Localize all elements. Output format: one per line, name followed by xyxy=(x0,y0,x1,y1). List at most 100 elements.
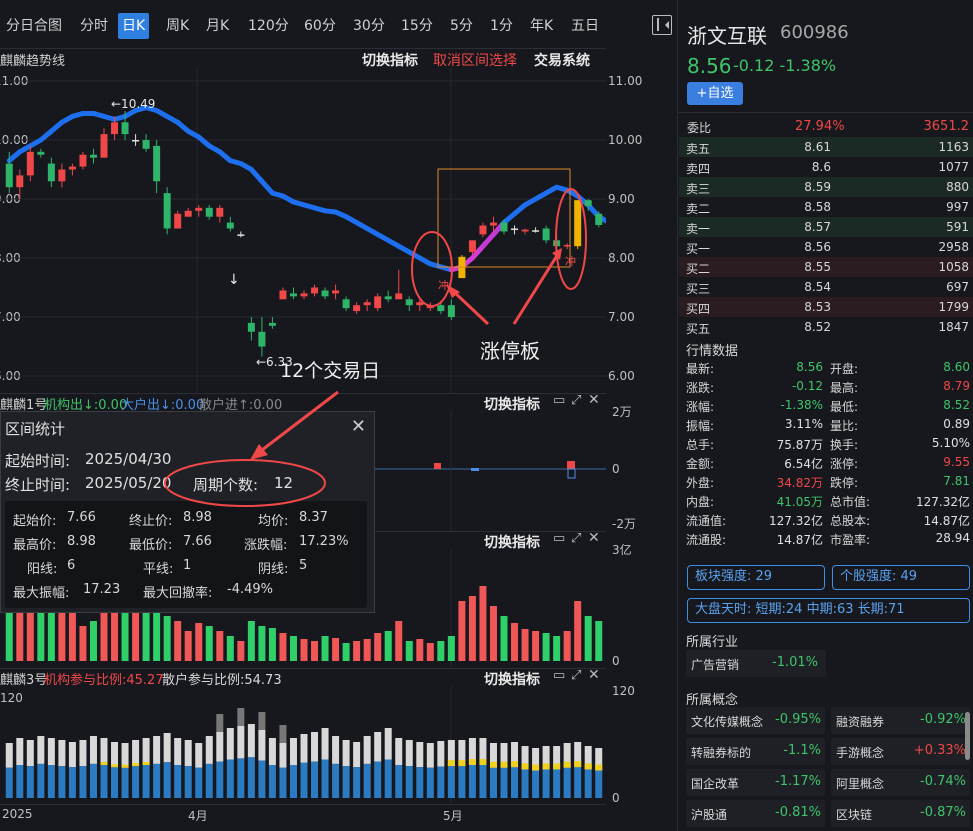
minimize-icon[interactable]: ▭ xyxy=(553,393,565,408)
orderbook-row[interactable]: 卖二 8.58 997 xyxy=(679,197,973,217)
tab-fenshi[interactable]: 分时 xyxy=(76,13,112,39)
close-icon[interactable]: ✕ xyxy=(588,392,600,408)
tab-fiveday[interactable]: 五日 xyxy=(567,13,603,39)
add-watchlist-button[interactable]: +自选 xyxy=(687,82,743,105)
inst-bar xyxy=(58,766,66,798)
stock-strength-box[interactable]: 个股强度: 49 xyxy=(832,565,970,590)
market-timing-box[interactable]: 大盘天时: 短期:24 中期:63 长期:71 xyxy=(687,598,970,623)
candle-body xyxy=(16,175,24,188)
concept-name: 沪股通 xyxy=(691,808,728,822)
stat-label: 平线: xyxy=(143,562,174,577)
candle-body xyxy=(216,207,224,217)
inst-extra-bar xyxy=(142,762,150,765)
arrow-line xyxy=(450,288,490,326)
quote-value: 8.56 xyxy=(796,360,823,374)
orderbook-row[interactable]: 买三 8.54 697 xyxy=(679,277,973,297)
concept-item[interactable]: 手游概念 +0.33% xyxy=(831,738,970,765)
orderbook-row[interactable]: 卖五 8.61 1163 xyxy=(679,137,973,157)
concept-item[interactable]: 转融券标的 -1.1% xyxy=(686,738,825,765)
concept-item[interactable]: 阿里概念 -0.74% xyxy=(831,769,970,796)
inst-extra-bar xyxy=(458,760,466,767)
scrollbar-thumb[interactable] xyxy=(965,712,970,760)
concept-item[interactable]: 融资融券 -0.92% xyxy=(831,707,970,734)
collapse-panel-icon[interactable] xyxy=(652,15,672,35)
quote-label: 最低: xyxy=(830,400,859,414)
orderbook-label: 买四 xyxy=(686,302,711,316)
expand-icon[interactable]: ⤢ xyxy=(571,393,581,408)
orderbook-row[interactable]: 卖四 8.6 1077 xyxy=(679,157,973,177)
quote-value: 3.11% xyxy=(784,417,823,431)
expand-icon[interactable]: ⤢ xyxy=(571,531,581,546)
inst-bar xyxy=(163,762,171,798)
retail-bar xyxy=(363,736,371,764)
volume-bar xyxy=(16,606,24,661)
minimize-icon[interactable]: ▭ xyxy=(553,668,565,683)
inst-bar xyxy=(205,763,213,798)
tab-5min[interactable]: 5分 xyxy=(446,13,477,39)
trade-system-button[interactable]: 交易系统 xyxy=(534,50,590,70)
switch-indicator-button[interactable]: 切换指标 xyxy=(362,50,418,70)
inst-bar xyxy=(247,757,255,798)
candle-body xyxy=(121,122,129,135)
orderbook-volume: 697 xyxy=(946,280,969,294)
volume-bar xyxy=(132,606,140,661)
inst-extra-bar xyxy=(553,763,561,770)
stat-value: -4.49% xyxy=(227,582,273,597)
candle-body xyxy=(247,322,255,332)
tab-weekk[interactable]: 周K xyxy=(162,13,193,39)
chart-area[interactable]: 分日合图 分时 日K 周K 月K 120分 60分 30分 15分 5分 1分 … xyxy=(0,0,677,831)
orderbook-row[interactable]: 买二 8.55 1058 xyxy=(679,257,973,277)
market-timing-label: 大盘天时: xyxy=(695,602,752,617)
orderbook-row[interactable]: 买一 8.56 2958 xyxy=(679,237,973,257)
stat-value: 8.37 xyxy=(299,510,328,525)
quote-label: 量比: xyxy=(830,419,859,433)
candle-body xyxy=(279,290,287,300)
tab-yeark[interactable]: 年K xyxy=(526,13,557,39)
candle-body xyxy=(142,140,150,149)
cancel-range-button[interactable]: 取消区间选择 xyxy=(433,50,517,70)
quote-side-panel: 浙文互联 600986 8.56 -0.12 -1.38% +自选 委比 27.… xyxy=(677,0,973,831)
tab-60min[interactable]: 60分 xyxy=(300,13,340,39)
y-tick: 9.00 xyxy=(608,192,635,206)
tab-120min[interactable]: 120分 xyxy=(244,13,293,39)
weibi-label: 委比 xyxy=(687,121,712,135)
candle-body xyxy=(363,302,371,306)
orderbook-row[interactable]: 卖三 8.59 880 xyxy=(679,177,973,197)
concept-item[interactable]: 沪股通 -0.81% xyxy=(686,800,825,827)
orderbook-row[interactable]: 买五 8.52 1847 xyxy=(679,317,973,337)
tab-monthk[interactable]: 月K xyxy=(202,13,233,39)
x-label: 4月 xyxy=(188,809,208,823)
inst-bar xyxy=(26,766,34,798)
concept-item[interactable]: 区块链 -0.87% xyxy=(831,800,970,827)
quote-table: 最新: 8.56 开盘: 8.60 涨跌: -0.12 最高: 8.79 涨幅: -1.38% 最低… xyxy=(678,360,973,560)
minimize-icon[interactable]: ▭ xyxy=(553,531,565,546)
pane3-y-bot: 0 xyxy=(612,654,620,668)
concept-item[interactable]: 国企改革 -1.17% xyxy=(686,769,825,796)
volume-bar xyxy=(416,639,424,661)
tab-dayk[interactable]: 日K xyxy=(118,13,150,39)
industry-item[interactable]: 广告营销 -1.01% xyxy=(686,650,826,677)
orderbook-row[interactable]: 买四 8.53 1799 xyxy=(679,297,973,317)
close-icon[interactable]: ✕ xyxy=(588,530,600,546)
pane4-y-bot: 0 xyxy=(612,791,620,805)
sector-strength-box[interactable]: 板块强度: 29 xyxy=(687,565,825,590)
inst-bar xyxy=(5,767,13,798)
tab-30min[interactable]: 30分 xyxy=(349,13,389,39)
expand-icon[interactable]: ⤢ xyxy=(571,668,581,683)
tab-15min[interactable]: 15分 xyxy=(397,13,437,39)
close-icon[interactable]: ✕ xyxy=(588,667,600,683)
volume-bar xyxy=(195,623,203,661)
candle-body xyxy=(237,234,245,236)
limit-up-annotation: 涨停板 xyxy=(480,339,540,363)
quote-value: 5.10% xyxy=(931,436,970,450)
tab-1min[interactable]: 1分 xyxy=(486,13,517,39)
concept-item[interactable]: 文化传媒概念 -0.95% xyxy=(686,707,825,734)
candle-body xyxy=(205,207,213,217)
retail-bar xyxy=(247,724,255,758)
candle-body xyxy=(268,322,276,326)
inst-bar xyxy=(468,765,476,798)
orderbook-row[interactable]: 卖一 8.57 591 xyxy=(679,217,973,237)
inst-extra-bar xyxy=(447,760,455,767)
tab-fenri[interactable]: 分日合图 xyxy=(2,13,66,39)
flow-bar xyxy=(567,468,576,479)
